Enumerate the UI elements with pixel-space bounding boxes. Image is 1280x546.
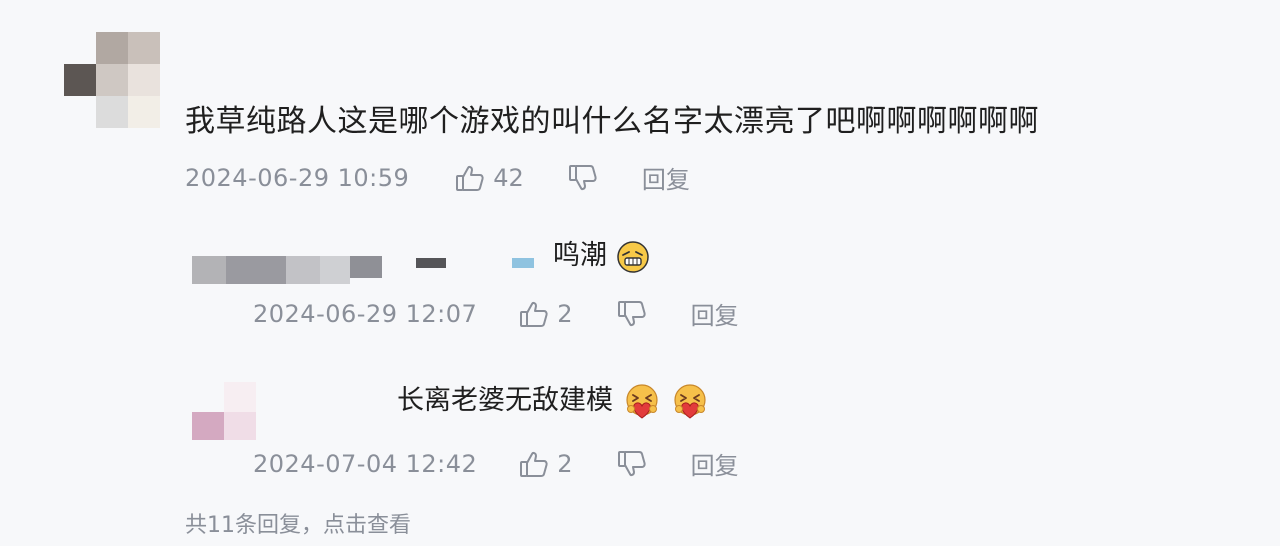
reply-meta-1: 2024-06-29 12:07 2 回复 <box>253 296 739 331</box>
reply-text-1: 鸣潮 <box>553 233 650 274</box>
like-button[interactable]: 42 <box>455 164 524 192</box>
dislike-button[interactable] <box>568 164 598 192</box>
like-count: 2 <box>557 449 573 478</box>
reply-text: 长离老婆无敌建模 <box>397 385 613 416</box>
heart-hug-emoji <box>625 383 658 419</box>
like-button[interactable]: 2 <box>519 449 573 478</box>
timestamp: 2024-06-29 12:07 <box>253 299 478 328</box>
thumbs-down-icon <box>617 450 646 476</box>
reply-button[interactable]: 回复 <box>691 446 739 481</box>
reply-meta-2: 2024-07-04 12:42 2 回复 <box>253 446 739 481</box>
reply-button[interactable]: 回复 <box>691 296 739 331</box>
comment-text: 我草纯路人这是哪个游戏的叫什么名字太漂亮了吧啊啊啊啊啊啊 <box>185 104 1039 139</box>
timestamp: 2024-06-29 10:59 <box>185 163 410 192</box>
comment-thread: 我草纯路人这是哪个游戏的叫什么名字太漂亮了吧啊啊啊啊啊啊 2024-06-29 … <box>0 0 1280 546</box>
timestamp: 2024-07-04 12:42 <box>253 449 478 478</box>
reply-text-2: 长离老婆无敌建模 <box>397 378 710 422</box>
comment-meta: 2024-06-29 10:59 42 回复 <box>185 160 690 195</box>
avatar[interactable] <box>64 30 160 128</box>
thumbs-up-icon <box>520 451 548 477</box>
thumbs-up-icon <box>520 301 548 327</box>
grimace-emoji <box>616 240 649 273</box>
reply-button[interactable]: 回复 <box>642 160 690 195</box>
like-button[interactable]: 2 <box>519 299 573 328</box>
like-count: 2 <box>557 299 573 328</box>
thumbs-down-icon <box>617 300 646 326</box>
dislike-button[interactable] <box>617 450 647 478</box>
thumbs-down-icon <box>568 164 597 190</box>
thumbs-up-icon <box>456 165 484 191</box>
heart-hug-emoji <box>674 383 706 419</box>
reply-avatar-2[interactable] <box>192 382 256 440</box>
like-count: 42 <box>493 163 524 192</box>
reply-avatar-1[interactable] <box>192 256 534 284</box>
view-more-replies-link[interactable]: 共11条回复，点击查看 <box>185 507 411 539</box>
reply-text: 鸣潮 <box>553 240 607 271</box>
dislike-button[interactable] <box>617 300 647 328</box>
